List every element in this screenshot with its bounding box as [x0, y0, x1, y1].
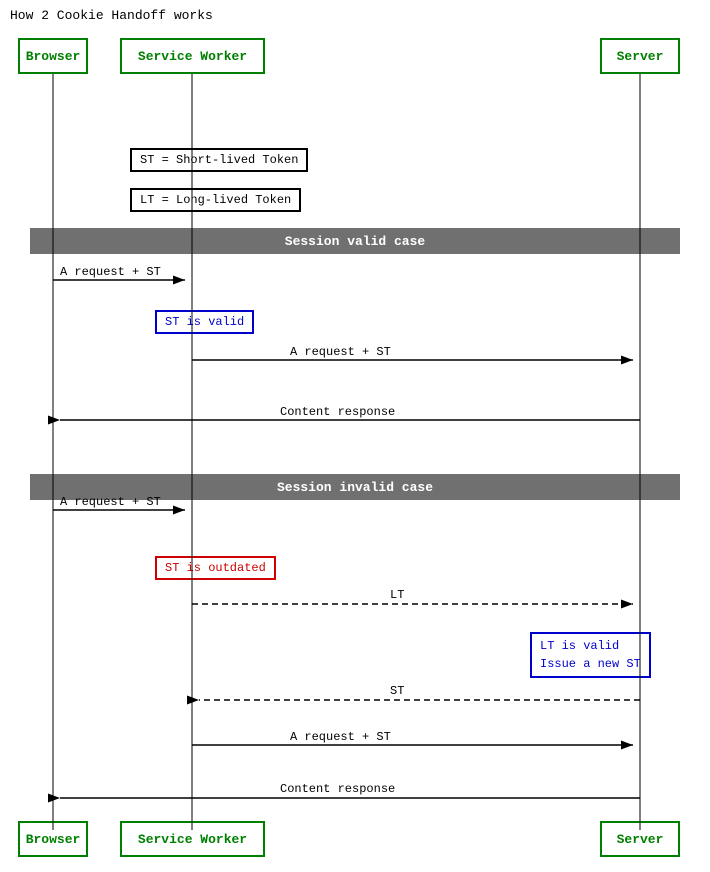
- lt-valid-note: LT is valid Issue a new ST: [530, 632, 651, 678]
- msg-req-st-2: A request + ST: [290, 345, 391, 359]
- msg-req-st-4: A request + ST: [290, 730, 391, 744]
- actor-server-top: Server: [600, 38, 680, 74]
- msg-req-st-1: A request + ST: [60, 265, 161, 279]
- actor-browser-top: Browser: [18, 38, 88, 74]
- section-valid: Session valid case: [30, 228, 680, 254]
- msg-st: ST: [390, 684, 404, 698]
- st-outdated-note: ST is outdated: [155, 556, 276, 580]
- msg-req-st-3: A request + ST: [60, 495, 161, 509]
- actor-sw-top: Service Worker: [120, 38, 265, 74]
- actor-browser-bottom: Browser: [18, 821, 88, 857]
- msg-content-1: Content response: [280, 405, 395, 419]
- actor-server-bottom: Server: [600, 821, 680, 857]
- lt-definition: LT = Long-lived Token: [130, 188, 301, 212]
- msg-content-2: Content response: [280, 782, 395, 796]
- actor-sw-bottom: Service Worker: [120, 821, 265, 857]
- page-title: How 2 Cookie Handoff works: [10, 8, 213, 23]
- st-definition: ST = Short-lived Token: [130, 148, 308, 172]
- msg-lt: LT: [390, 588, 404, 602]
- st-valid-note: ST is valid: [155, 310, 254, 334]
